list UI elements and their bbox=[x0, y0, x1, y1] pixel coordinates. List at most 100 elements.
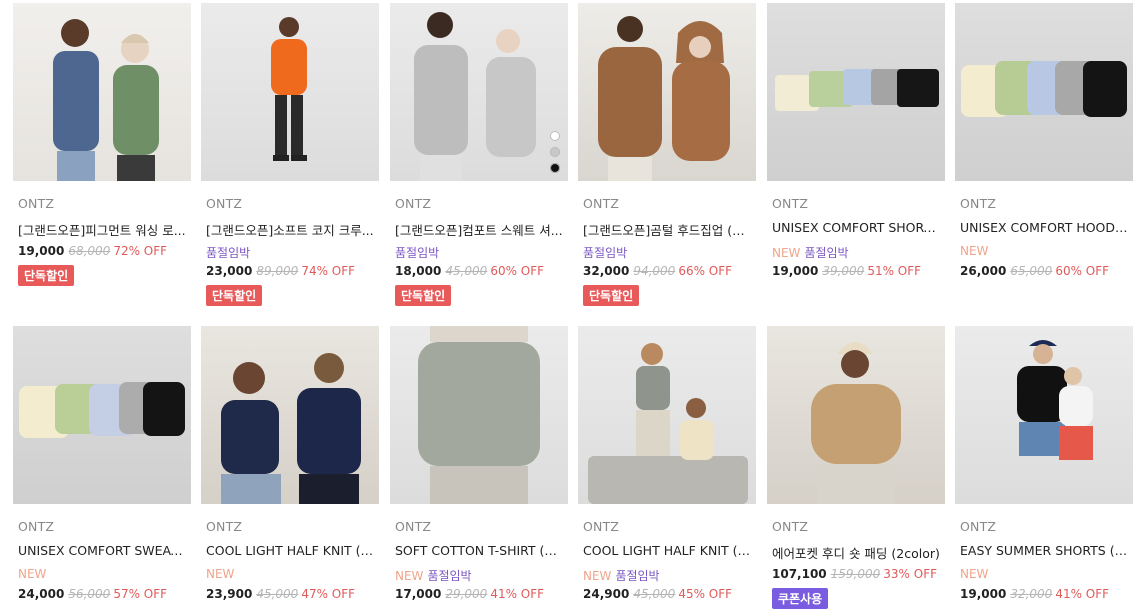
product-card[interactable]: ONTZ UNISEX COMFORT SWEATS... NEW 24,000… bbox=[13, 326, 191, 603]
original-price: 65,000 bbox=[1010, 264, 1053, 278]
original-price: 32,000 bbox=[1010, 587, 1053, 601]
product-card[interactable]: ONTZ COOL LIGHT HALF KNIT (7c... NEW 품절임박… bbox=[578, 326, 756, 603]
product-name[interactable]: EASY SUMMER SHORTS (4c... bbox=[960, 543, 1128, 560]
photo-fur-hoodie-icon bbox=[598, 16, 730, 181]
low-stock-tag: 품절임박 bbox=[615, 569, 660, 583]
product-image[interactable] bbox=[578, 326, 756, 504]
product-image[interactable] bbox=[955, 3, 1133, 181]
product-name[interactable]: COOL LIGHT HALF KNIT (7c... bbox=[583, 543, 751, 560]
tag-row: 품절임박 bbox=[395, 244, 563, 260]
tag-row: 품절임박 bbox=[206, 244, 374, 260]
product-name[interactable]: COOL LIGHT HALF KNIT (7c... bbox=[206, 543, 374, 560]
sale-price: 26,000 bbox=[960, 264, 1007, 278]
product-image[interactable] bbox=[955, 326, 1133, 504]
coupon-badge: 쿠폰사용 bbox=[772, 588, 829, 609]
photo-navy-knit-icon bbox=[221, 353, 361, 504]
brand-label: ONTZ bbox=[18, 196, 55, 211]
brand-label: ONTZ bbox=[583, 519, 620, 534]
product-card[interactable]: ONTZ UNISEX COMFORT SHORTS ... NEW 품절임박 1… bbox=[767, 3, 945, 280]
new-tag: NEW bbox=[18, 567, 47, 581]
discount-rate: 41% OFF bbox=[1055, 587, 1110, 601]
photo-shorts-colors-icon bbox=[775, 69, 939, 111]
sale-price: 24,000 bbox=[18, 587, 65, 601]
product-image[interactable] bbox=[390, 3, 568, 181]
brand-label: ONTZ bbox=[206, 519, 243, 534]
discount-rate: 60% OFF bbox=[1055, 264, 1110, 278]
sale-price: 107,100 bbox=[772, 567, 827, 581]
product-name[interactable]: UNISEX COMFORT SWEATS... bbox=[18, 543, 186, 560]
original-price: 94,000 bbox=[633, 264, 676, 278]
product-name[interactable]: 에어포켓 후디 숏 패딩 (2color) bbox=[772, 543, 940, 560]
price-row: 24,000 56,000 57% OFF bbox=[18, 587, 186, 603]
product-card[interactable]: ONTZ SOFT COTTON T-SHIRT (5col... NEW품절임… bbox=[390, 326, 568, 603]
color-swatch[interactable] bbox=[550, 147, 560, 157]
low-stock-tag: 품절임박 bbox=[583, 246, 628, 260]
product-image[interactable] bbox=[13, 3, 191, 181]
product-card[interactable]: ONTZ EASY SUMMER SHORTS (4c... NEW 19,00… bbox=[955, 326, 1133, 603]
brand-label: ONTZ bbox=[583, 196, 620, 211]
product-name[interactable]: [그랜드오픈]피그먼트 워싱 로... bbox=[18, 220, 186, 237]
product-card[interactable]: ONTZ UNISEX COMFORT HOODIE ... NEW 26,00… bbox=[955, 3, 1133, 280]
new-tag: NEW bbox=[960, 244, 989, 258]
product-card[interactable]: ONTZ [그랜드오픈]피그먼트 워싱 로... 19,000 68,000 72%… bbox=[13, 3, 191, 286]
price-row: 19,000 68,000 72% OFF bbox=[18, 244, 186, 260]
original-price: 45,000 bbox=[256, 587, 299, 601]
photo-grey-tshirt-icon bbox=[418, 326, 540, 504]
discount-rate: 72% OFF bbox=[113, 244, 168, 258]
discount-rate: 45% OFF bbox=[678, 587, 733, 601]
photo-sweatshirt-colors-icon bbox=[19, 382, 185, 438]
brand-label: ONTZ bbox=[772, 519, 809, 534]
sale-price: 23,900 bbox=[206, 587, 253, 601]
discount-rate: 51% OFF bbox=[867, 264, 922, 278]
sale-price: 18,000 bbox=[395, 264, 442, 278]
product-image[interactable] bbox=[767, 326, 945, 504]
tag-row: NEW bbox=[18, 567, 186, 583]
sale-price: 17,000 bbox=[395, 587, 442, 601]
low-stock-tag: 품절임박 bbox=[804, 246, 849, 260]
sale-price: 23,000 bbox=[206, 264, 253, 278]
new-tag: NEW bbox=[395, 569, 424, 583]
low-stock-tag: 품절임박 bbox=[427, 569, 472, 583]
color-swatch[interactable] bbox=[550, 163, 560, 173]
product-name[interactable]: [그랜드오픈]곰털 후드집업 (3c... bbox=[583, 220, 751, 237]
product-name[interactable]: SOFT COTTON T-SHIRT (5col... bbox=[395, 543, 563, 560]
product-name[interactable]: [그랜드오픈]컴포트 스웨트 셔... bbox=[395, 220, 563, 237]
product-image[interactable] bbox=[13, 326, 191, 504]
product-card[interactable]: ONTZ [그랜드오픈]곰털 후드집업 (3c... 품절임박 32,000 94… bbox=[578, 3, 756, 306]
sale-price: 32,000 bbox=[583, 264, 630, 278]
exclusive-discount-badge: 단독할인 bbox=[583, 285, 640, 306]
product-card[interactable]: ONTZ 에어포켓 후디 숏 패딩 (2color) 107,100 159,00… bbox=[767, 326, 945, 609]
product-card[interactable]: ONTZ COOL LIGHT HALF KNIT (7c... NEW 23,… bbox=[201, 326, 379, 603]
sale-price: 19,000 bbox=[18, 244, 65, 258]
discount-rate: 60% OFF bbox=[490, 264, 545, 278]
product-card[interactable]: ONTZ [그랜드오픈]소프트 코지 크루... 품절임박 23,000 89,0… bbox=[201, 3, 379, 306]
photo-crew-sweatshirt-icon bbox=[53, 19, 159, 181]
brand-label: ONTZ bbox=[206, 196, 243, 211]
product-image[interactable] bbox=[201, 3, 379, 181]
price-row: 24,900 45,000 45% OFF bbox=[583, 587, 751, 603]
exclusive-discount-badge: 단독할인 bbox=[395, 285, 452, 306]
discount-rate: 41% OFF bbox=[490, 587, 545, 601]
brand-label: ONTZ bbox=[18, 519, 55, 534]
product-name[interactable]: [그랜드오픈]소프트 코지 크루... bbox=[206, 220, 374, 237]
exclusive-discount-badge: 단독할인 bbox=[206, 285, 263, 306]
product-image[interactable] bbox=[767, 3, 945, 181]
product-image[interactable] bbox=[578, 3, 756, 181]
photo-grey-sweatshirt-icon bbox=[414, 12, 536, 181]
sale-price: 19,000 bbox=[960, 587, 1007, 601]
low-stock-tag: 품절임박 bbox=[395, 246, 440, 260]
original-price: 45,000 bbox=[445, 264, 488, 278]
photo-hoodie-colors-icon bbox=[961, 61, 1127, 117]
product-name[interactable]: UNISEX COMFORT SHORTS ... bbox=[772, 220, 940, 237]
product-name[interactable]: UNISEX COMFORT HOODIE ... bbox=[960, 220, 1128, 237]
sale-price: 19,000 bbox=[772, 264, 819, 278]
product-image[interactable] bbox=[390, 326, 568, 504]
new-tag: NEW bbox=[960, 567, 989, 581]
price-row: 19,000 39,000 51% OFF bbox=[772, 264, 940, 280]
brand-label: ONTZ bbox=[960, 196, 997, 211]
color-swatch[interactable] bbox=[550, 131, 560, 141]
product-image[interactable] bbox=[201, 326, 379, 504]
discount-rate: 74% OFF bbox=[301, 264, 356, 278]
discount-rate: 33% OFF bbox=[883, 567, 938, 581]
product-card[interactable]: ONTZ [그랜드오픈]컴포트 스웨트 셔... 품절임박 18,000 45,0… bbox=[390, 3, 568, 306]
